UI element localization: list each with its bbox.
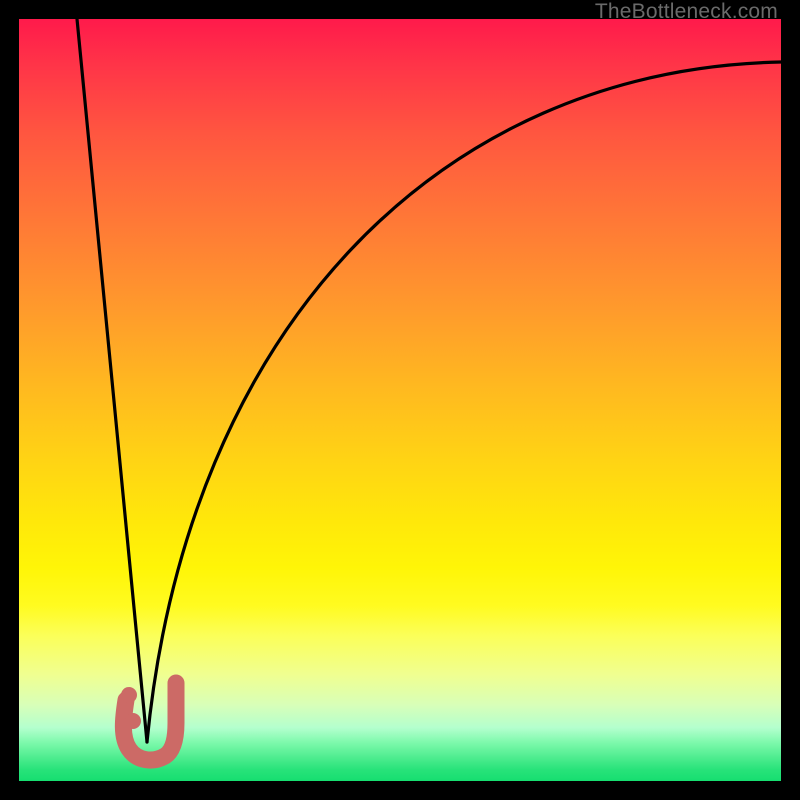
knot-dot-lower — [125, 713, 141, 729]
curve-overlay — [19, 19, 781, 781]
plot-area — [19, 19, 781, 781]
knot-dot-upper — [121, 687, 137, 703]
bottleneck-left-line — [77, 19, 147, 742]
watermark-text: TheBottleneck.com — [595, 0, 778, 24]
bottleneck-right-curve — [147, 62, 781, 742]
